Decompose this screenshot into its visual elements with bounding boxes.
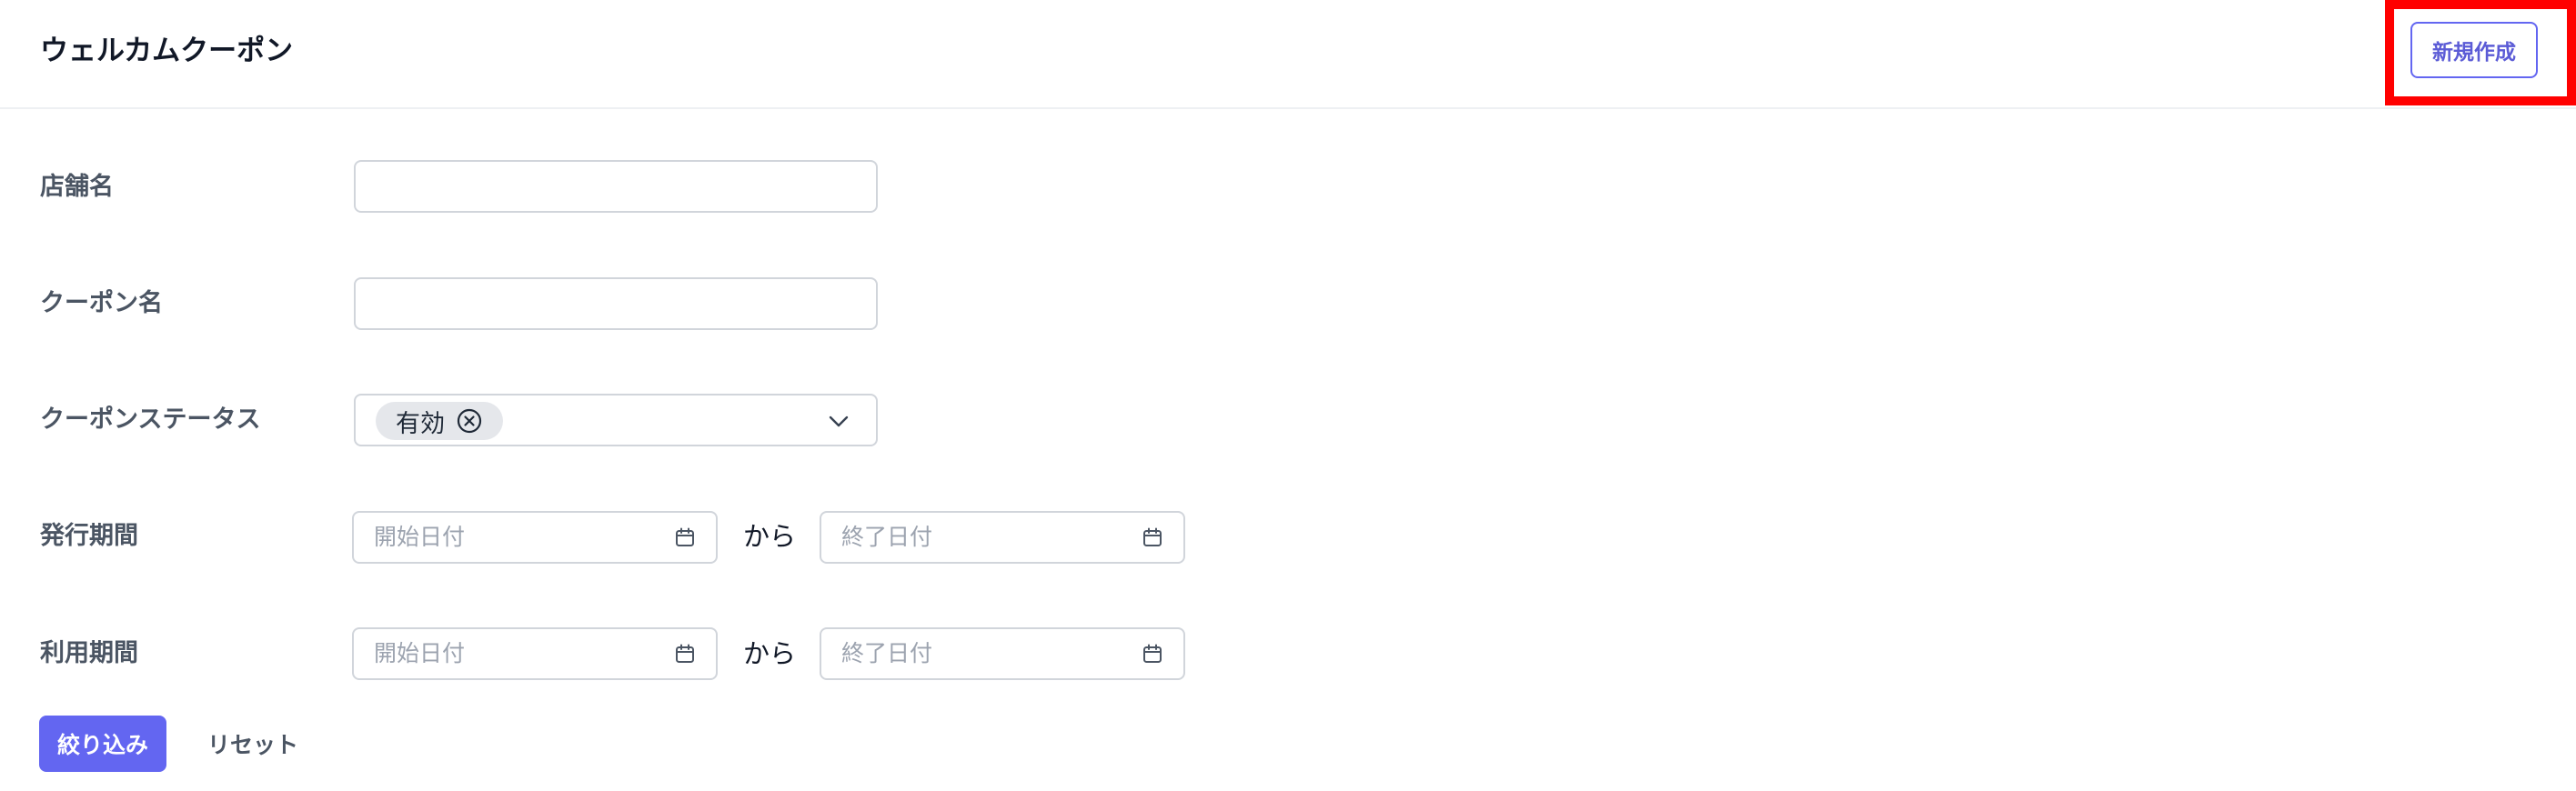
circle-x-icon[interactable] (456, 407, 483, 435)
usage-period-label: 利用期間 (40, 639, 138, 667)
coupon-name-label: クーポン名 (40, 289, 163, 317)
usage-end-date-placeholder: 終了日付 (841, 640, 933, 666)
coupon-status-label: クーポンステータス (40, 406, 261, 434)
filter-button[interactable]: 絞り込み (39, 716, 166, 772)
page-header: ウェルカムクーポン 新規作成 (0, 0, 2576, 109)
usage-start-date-input[interactable]: 開始日付 (352, 627, 718, 680)
status-chip-label: 有効 (396, 409, 445, 438)
reset-button[interactable]: リセット (196, 716, 309, 772)
issue-period-label: 発行期間 (40, 522, 138, 550)
issue-end-date-input[interactable]: 終了日付 (820, 511, 1185, 564)
calendar-icon (672, 525, 698, 550)
usage-end-date-input[interactable]: 終了日付 (820, 627, 1185, 680)
create-new-button[interactable]: 新規作成 (2410, 22, 2538, 78)
issue-start-date-placeholder: 開始日付 (374, 524, 466, 550)
usage-period-separator: から (743, 638, 797, 669)
store-name-label: 店舗名 (40, 173, 114, 201)
chevron-down-icon[interactable] (827, 409, 850, 433)
issue-start-date-input[interactable]: 開始日付 (352, 511, 718, 564)
calendar-icon (1140, 525, 1165, 550)
issue-end-date-placeholder: 終了日付 (841, 524, 933, 550)
page-title: ウェルカムクーポン (40, 35, 294, 67)
coupon-name-input[interactable] (354, 277, 878, 330)
calendar-icon (1140, 641, 1165, 666)
coupon-status-select[interactable]: 有効 (354, 394, 878, 446)
usage-start-date-placeholder: 開始日付 (374, 640, 466, 666)
issue-period-separator: から (743, 521, 797, 552)
status-chip: 有効 (376, 402, 503, 440)
calendar-icon (672, 641, 698, 666)
store-name-input[interactable] (354, 160, 878, 213)
